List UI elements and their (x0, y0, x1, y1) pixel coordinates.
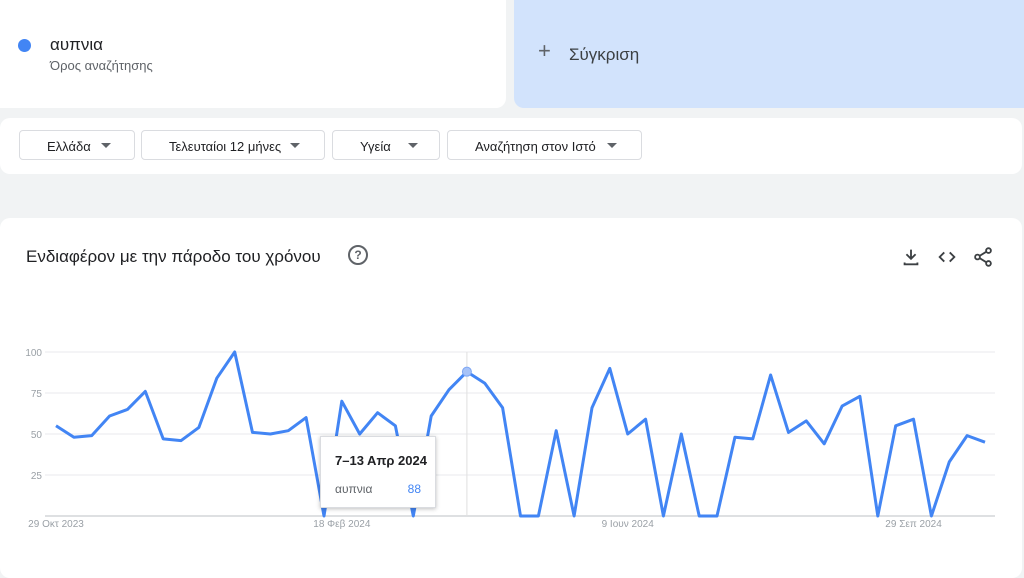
filter-search-type-label: Αναζήτηση στον Ιστό (475, 139, 596, 154)
search-term-name[interactable]: αυπνια (50, 35, 103, 55)
filter-category-label: Υγεία (360, 139, 391, 154)
tooltip-value: 88 (407, 482, 421, 496)
plus-icon: + (538, 38, 551, 63)
search-term-card[interactable]: αυπνια Όρος αναζήτησης (0, 0, 506, 108)
chart-tooltip: 7–13 Απρ 2024 αυπνια 88 (320, 436, 436, 508)
filter-time-range[interactable]: Τελευταίοι 12 μήνες (141, 130, 325, 160)
compare-label: Σύγκριση (569, 45, 640, 64)
x-tick-label: 29 Σεπ 2024 (885, 519, 942, 530)
x-tick-label: 9 Ιουν 2024 (602, 519, 655, 530)
interest-over-time-card: Ενδιαφέρον με την πάροδο του χρόνου ? 25… (0, 218, 1022, 578)
term-color-dot (18, 39, 31, 52)
compare-button[interactable]: + Σύγκριση (514, 0, 1024, 108)
chevron-down-icon (290, 143, 300, 148)
tooltip-term: αυπνια (335, 482, 373, 496)
filter-bar: Ελλάδα Τελευταίοι 12 μήνες Υγεία Αναζήτη… (0, 118, 1022, 174)
tooltip-date: 7–13 Απρ 2024 (335, 453, 427, 468)
line-chart[interactable]: 25 50 75 100 29 Οκτ 2023 18 Φεβ 2024 9 Ιουν 20… (0, 218, 1022, 572)
highlight-point (461, 366, 472, 377)
filter-search-type[interactable]: Αναζήτηση στον Ιστό (447, 130, 642, 160)
chevron-down-icon (607, 143, 617, 148)
search-term-type: Όρος αναζήτησης (50, 58, 153, 73)
filter-region-label: Ελλάδα (47, 139, 91, 154)
chevron-down-icon (101, 143, 111, 148)
y-tick-label: 100 (25, 348, 42, 359)
y-tick-label: 75 (31, 389, 43, 400)
x-tick-label: 29 Οκτ 2023 (28, 519, 84, 530)
chevron-down-icon (408, 143, 418, 148)
y-tick-label: 50 (31, 430, 43, 441)
filter-region[interactable]: Ελλάδα (19, 130, 135, 160)
filter-category[interactable]: Υγεία (332, 130, 440, 160)
y-tick-label: 25 (31, 471, 43, 482)
x-tick-label: 18 Φεβ 2024 (313, 519, 371, 530)
filter-time-range-label: Τελευταίοι 12 μήνες (169, 139, 282, 154)
